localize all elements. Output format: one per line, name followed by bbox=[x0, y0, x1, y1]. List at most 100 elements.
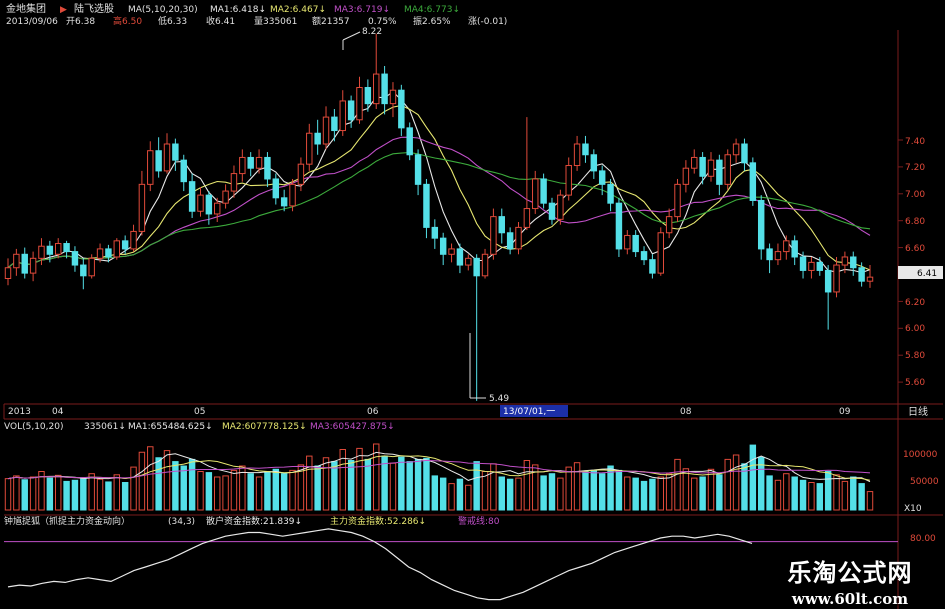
ma-line-ma2 bbox=[7, 104, 871, 271]
price-tick: 7.20 bbox=[905, 163, 925, 173]
volume-bar bbox=[565, 466, 572, 511]
candle-body bbox=[80, 264, 87, 277]
price-tick: 6.20 bbox=[905, 298, 925, 308]
candle-body bbox=[732, 143, 740, 156]
volume-bar bbox=[791, 476, 798, 511]
candle-body bbox=[783, 240, 790, 253]
watermark-title: 乐淘公式网 bbox=[787, 559, 913, 587]
candle-body bbox=[515, 226, 522, 250]
candle-body bbox=[766, 248, 773, 261]
ind-retail: 散户资金指数:21.839↓ bbox=[206, 515, 302, 527]
time-label: 2013 bbox=[8, 407, 31, 417]
candlesticks[interactable] bbox=[4, 33, 874, 401]
candle-body bbox=[657, 232, 664, 274]
vol-value: 335061↓ bbox=[84, 422, 126, 432]
candle-body bbox=[314, 132, 321, 145]
volume-bar bbox=[557, 477, 564, 511]
volume-bar bbox=[515, 477, 522, 511]
candle-body bbox=[674, 183, 681, 218]
volume-bar bbox=[264, 471, 271, 511]
candle-body bbox=[63, 243, 70, 253]
candle-body bbox=[866, 276, 874, 282]
volume-bar bbox=[96, 478, 104, 511]
candle-body bbox=[356, 87, 363, 121]
high-value: 高6.50 bbox=[113, 15, 142, 27]
candle-body bbox=[381, 73, 388, 105]
volume-bar bbox=[364, 458, 372, 511]
candle-body bbox=[816, 261, 824, 271]
volume-bar bbox=[314, 465, 321, 511]
candle-body bbox=[540, 178, 547, 204]
volume-bar bbox=[465, 484, 472, 511]
stock-chart[interactable]: 金地集团 ▶ 陆飞选股 MA(5,10,20,30) MA1:6.418↓ MA… bbox=[0, 0, 945, 609]
volume-bar bbox=[21, 479, 28, 511]
time-label: 06 bbox=[367, 407, 379, 417]
candle-body bbox=[624, 234, 631, 250]
candle-body bbox=[163, 143, 171, 172]
max-marker-pointer bbox=[342, 31, 361, 41]
candle-body bbox=[473, 257, 480, 277]
vol-tick: 100000 bbox=[903, 450, 938, 460]
volume-ma-line bbox=[7, 451, 871, 483]
cursor-date-label: 13/07/01,一 bbox=[503, 407, 555, 417]
indicator-series-line bbox=[7, 528, 753, 601]
volume-bar bbox=[138, 451, 146, 511]
candle-body bbox=[414, 154, 422, 185]
stock-name: 金地集团 bbox=[6, 2, 46, 15]
volume-bar bbox=[691, 477, 698, 511]
candle-body bbox=[833, 264, 840, 293]
candle-body bbox=[749, 162, 757, 201]
volume-bar bbox=[113, 474, 121, 511]
arrow-icon: ▶ bbox=[60, 5, 67, 15]
volume-bar bbox=[439, 477, 447, 511]
candle-body bbox=[573, 143, 581, 167]
ma-line-ma4 bbox=[7, 151, 871, 269]
ind-tick: 80.00 bbox=[910, 534, 936, 544]
ma4-value: MA4:6.773↓ bbox=[404, 5, 460, 15]
candle-body bbox=[54, 243, 62, 255]
price-tick: 7.40 bbox=[905, 137, 925, 147]
ind-title: 钟馗捉狐（抓捉主力资金动向） bbox=[4, 515, 130, 527]
volume-average-lines bbox=[7, 451, 871, 483]
volume-bar bbox=[615, 469, 623, 511]
volume-bar bbox=[582, 471, 589, 511]
candle-body bbox=[598, 170, 606, 185]
candle-body bbox=[757, 199, 765, 250]
candle-body bbox=[96, 248, 104, 259]
volume-bar bbox=[163, 450, 171, 511]
candle-body bbox=[665, 216, 673, 234]
volume-bar bbox=[824, 471, 832, 511]
vol-unit: X10 bbox=[904, 504, 922, 514]
volume-bar bbox=[230, 469, 238, 511]
volume-bar bbox=[724, 458, 731, 511]
time-label: 04 bbox=[52, 407, 64, 417]
volume-bar bbox=[373, 443, 380, 511]
candle-body bbox=[113, 240, 121, 258]
candle-body bbox=[841, 256, 849, 266]
ind-warn: 警戒线:80 bbox=[458, 515, 500, 527]
volume-bar bbox=[682, 468, 690, 511]
indicator-name[interactable]: 陆飞选股 bbox=[74, 2, 114, 15]
volume-bar bbox=[63, 480, 70, 511]
volume-bar bbox=[766, 475, 773, 511]
candle-body bbox=[46, 245, 54, 255]
candle-body bbox=[456, 248, 464, 266]
candle-body bbox=[373, 73, 380, 105]
volume-bar bbox=[214, 476, 221, 511]
candle-body bbox=[155, 150, 162, 172]
vol-tick: 50000 bbox=[910, 477, 939, 487]
volume-bar bbox=[850, 476, 857, 511]
ind-params: (34,3) bbox=[168, 517, 195, 527]
candle-body bbox=[121, 240, 129, 250]
volume-bar bbox=[414, 458, 422, 511]
candle-body bbox=[272, 178, 280, 199]
price-tick: 6.60 bbox=[905, 244, 925, 254]
volume-bar bbox=[88, 473, 95, 511]
period-label[interactable]: 日线 bbox=[908, 405, 928, 418]
volume-bar bbox=[858, 483, 865, 511]
volume-bar bbox=[406, 461, 413, 511]
candle-body bbox=[197, 194, 204, 212]
vol-ma1: MA1:655484.625↓ bbox=[128, 422, 213, 432]
volume-bar bbox=[665, 473, 673, 511]
volume-bar bbox=[598, 473, 606, 511]
